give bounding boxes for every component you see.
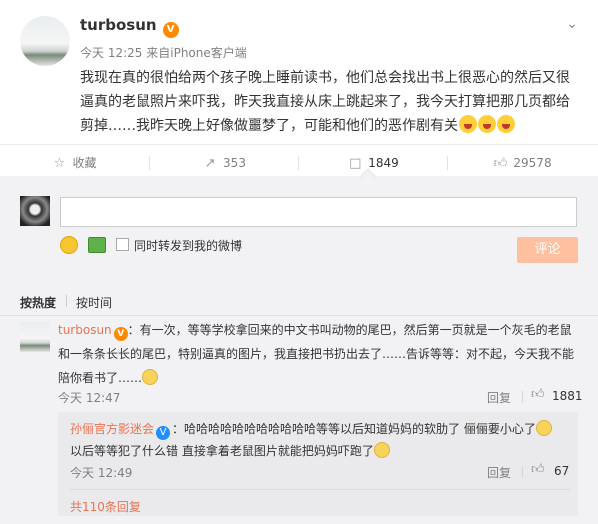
also-repost-checkbox[interactable]: [116, 238, 129, 251]
post-text: 我现在真的很怕给两个孩子晚上睡前读书，他们总会找出书上很恶心的然后又很逼真的老鼠…: [80, 66, 576, 141]
comment-sort: 按热度 按时间: [0, 286, 598, 316]
divider: [522, 466, 523, 478]
reply-reply-button[interactable]: 回复: [487, 464, 511, 481]
scream-emoji-icon: [459, 115, 477, 133]
comment-time: 今天 12:47: [58, 391, 121, 405]
scream-emoji-icon: [497, 115, 515, 133]
comment-input[interactable]: [60, 197, 577, 227]
reply-body: 哈哈哈哈哈哈哈哈哈哈哈等等以后知道妈妈的软肋了 俪俪要小心了: [184, 422, 536, 436]
post-source[interactable]: iPhone客户端: [170, 46, 247, 60]
divider: [66, 295, 67, 307]
vip-badge-icon: V: [162, 22, 179, 38]
sort-by-time[interactable]: 按时间: [76, 294, 112, 311]
thumb-up-icon[interactable]: 👍︎: [531, 462, 545, 477]
reply-author[interactable]: 孙俪官方影迷会: [70, 422, 154, 436]
author-name[interactable]: turbosun: [80, 16, 157, 34]
my-avatar[interactable]: [20, 196, 50, 226]
reply-text: 孙俪官方影迷会 V ：哈哈哈哈哈哈哈哈哈哈哈等等以后知道妈妈的软肋了 俪俪要小心了 …: [70, 418, 570, 462]
also-repost-label: 同时转发到我的微博: [134, 239, 243, 253]
vip-badge-icon: V: [113, 327, 128, 341]
emoji-icon[interactable]: [60, 236, 78, 254]
source-prefix: 来自: [146, 46, 171, 60]
reply-like-count: 67: [554, 464, 570, 478]
commenter-avatar[interactable]: [20, 322, 50, 352]
weibo-post: turbosun V ⌄ 今天 12:25 来自iPhone客户端 我现在真的很怕…: [0, 0, 598, 144]
sort-by-hot[interactable]: 按热度: [20, 294, 56, 311]
submit-comment-button[interactable]: 评论: [517, 237, 578, 263]
reply-time: 今天 12:49: [70, 466, 133, 480]
thinking-emoji-icon: [142, 369, 159, 385]
divider: [70, 489, 570, 490]
comment-author[interactable]: turbosun: [58, 323, 112, 337]
comment-like-count: 1881: [552, 389, 583, 403]
comment-text: turbosun V ：有一次，等等学校拿回来的中文书叫动物的尾巴，然后第一页就是一…: [58, 318, 578, 390]
more-replies-link[interactable]: 共110条回复: [70, 498, 141, 515]
divider: [522, 391, 523, 403]
comment-body: ：有一次，等等学校拿回来的中文书叫动物的尾巴，然后第一页就是一个灰毛的老鼠和一条…: [58, 323, 575, 385]
action-bar: ☆ 收藏 ↗ 353 □ 1849 👍︎ 29578: [0, 144, 598, 180]
image-icon[interactable]: [88, 237, 106, 253]
chevron-down-icon[interactable]: ⌄: [566, 16, 578, 32]
comment-reply-button[interactable]: 回复: [487, 389, 511, 406]
author-avatar[interactable]: [20, 16, 70, 66]
post-meta: 今天 12:25 来自iPhone客户端: [80, 44, 247, 61]
smile-emoji-icon: [535, 420, 552, 436]
reply-body-2: 以后等等犯了什么错 直接拿着老鼠图片就能把妈妈吓跑了: [70, 444, 374, 458]
smile-emoji-icon: [373, 442, 390, 458]
thumb-up-icon[interactable]: 👍︎: [531, 387, 545, 402]
verified-icon: V: [156, 426, 171, 440]
post-time[interactable]: 今天 12:25: [80, 46, 142, 60]
scream-emoji-icon: [478, 115, 496, 133]
